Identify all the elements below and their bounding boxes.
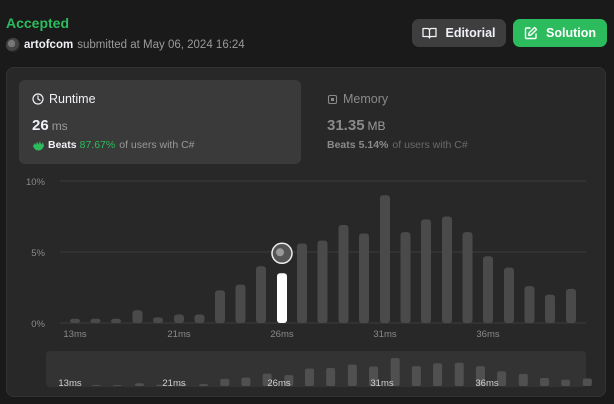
- bar: [359, 233, 369, 323]
- bar: [256, 266, 266, 323]
- x-tick-label: 21ms: [167, 329, 190, 340]
- overview-bar: [561, 379, 571, 386]
- bar: [70, 318, 80, 323]
- bar: [380, 195, 390, 323]
- overview-bar: [199, 384, 209, 386]
- bar: [297, 243, 307, 323]
- bar: [194, 314, 205, 323]
- overview-bar: [326, 368, 336, 386]
- overview-bar: [112, 385, 122, 386]
- y-tick-label: 5%: [31, 248, 45, 259]
- overview-bar: [241, 377, 251, 386]
- bar: [153, 317, 163, 323]
- runtime-distribution-chart[interactable]: 10% 5% 0% 13ms 21ms 26ms 31ms 36ms 13ms 21ms 26ms 3…: [0, 0, 614, 404]
- bar: [111, 318, 121, 323]
- y-tick-label: 10%: [26, 177, 46, 188]
- bar: [317, 240, 328, 323]
- bar: [483, 256, 493, 323]
- overview-bar: [433, 363, 443, 386]
- x-tick-label: 13ms: [63, 329, 86, 340]
- bar: [235, 284, 246, 323]
- overview-bar: [539, 377, 549, 386]
- bar: [566, 288, 576, 323]
- overview-bar: [582, 378, 592, 386]
- bar: [545, 294, 555, 323]
- overview-bar: [347, 364, 357, 386]
- overview-bar: [518, 373, 528, 386]
- overview-bar: [91, 385, 101, 386]
- x-tick-label: 26ms: [270, 329, 293, 340]
- y-tick-label: 0%: [31, 319, 45, 330]
- bar: [400, 232, 411, 323]
- overview-bar: [411, 366, 421, 386]
- x-tick-label: 31ms: [373, 329, 396, 340]
- bar: [215, 290, 225, 323]
- bar: [504, 267, 514, 323]
- bar: [338, 225, 349, 323]
- bar-highlight: [277, 273, 287, 323]
- avatar-marker-detail: [276, 248, 284, 257]
- overview-tick-label: 21ms: [162, 378, 185, 389]
- overview-tick-label: 13ms: [58, 378, 81, 389]
- bar: [90, 318, 101, 323]
- x-tick-label: 36ms: [476, 329, 499, 340]
- bar: [132, 310, 143, 323]
- overview-bar: [304, 368, 314, 386]
- bar: [462, 232, 473, 323]
- bar: [524, 286, 535, 323]
- overview-tick-label: 26ms: [267, 378, 290, 389]
- bar: [421, 219, 431, 323]
- overview-tick-label: 31ms: [370, 378, 393, 389]
- overview-bar: [135, 383, 145, 386]
- bar: [442, 216, 452, 323]
- overview-tick-label: 36ms: [475, 378, 498, 389]
- bar: [174, 314, 184, 323]
- overview-bar: [220, 378, 230, 386]
- overview-bar: [454, 362, 464, 386]
